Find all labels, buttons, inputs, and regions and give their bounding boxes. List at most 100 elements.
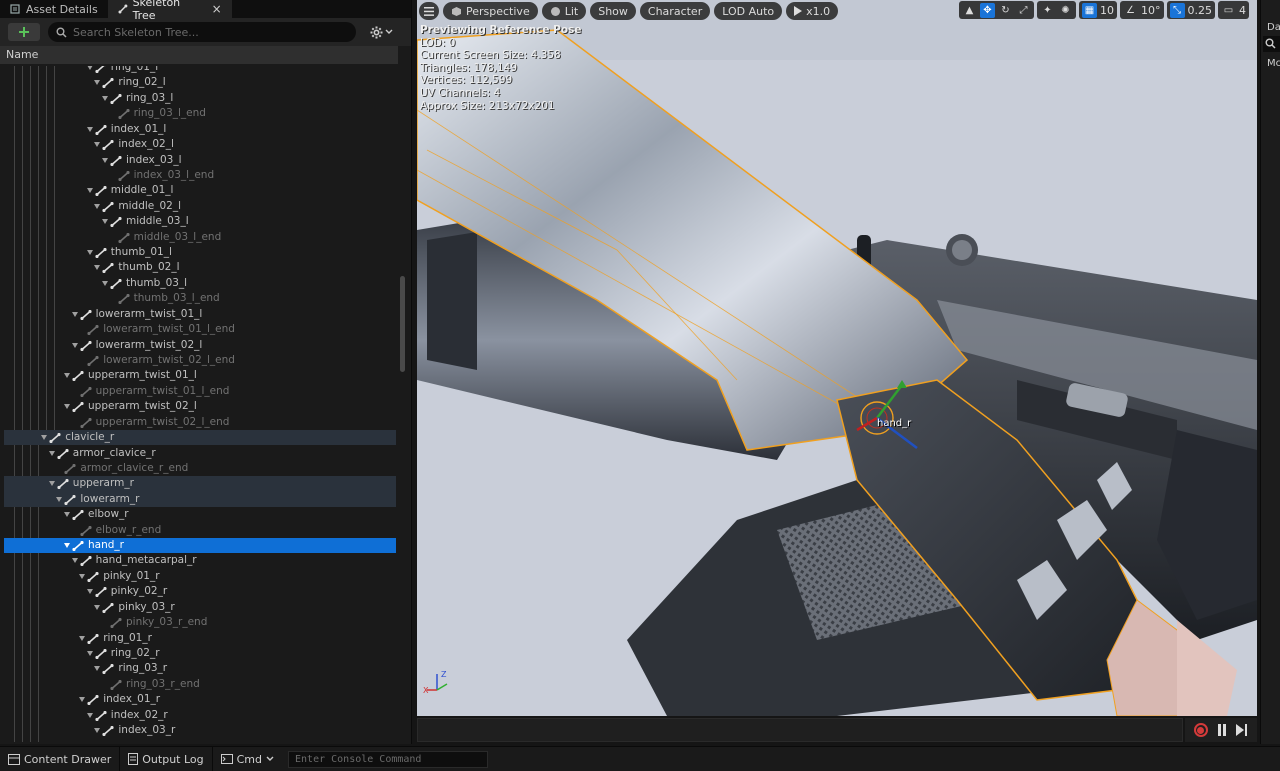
tree-row-bone[interactable]: index_03_l	[4, 153, 396, 168]
tree-row-bone[interactable]: thumb_01_l	[4, 245, 396, 260]
record-icon[interactable]	[1193, 723, 1208, 737]
expand-arrow-icon[interactable]	[41, 435, 48, 441]
tree-row-bone[interactable]: thumb_03_l	[4, 276, 396, 291]
tree-row-end-bone[interactable]: upperarm_twist_01_l_end	[4, 384, 396, 399]
content-drawer-button[interactable]: Content Drawer	[0, 747, 121, 771]
tree-row-bone[interactable]: ring_01_l	[4, 66, 396, 75]
character-button[interactable]: Character	[639, 2, 711, 20]
tree-row-bone[interactable]: lowerarm_twist_01_l	[4, 307, 396, 322]
right-panel-tab-label[interactable]: Da	[1267, 22, 1280, 33]
rotate-icon[interactable]: ↻	[998, 3, 1013, 18]
search-box[interactable]	[48, 22, 356, 42]
tree-row-bone[interactable]: upperarm_twist_02_l	[4, 399, 396, 414]
timeline-bar[interactable]	[417, 718, 1183, 742]
scale-icon[interactable]: ⤢	[1016, 3, 1031, 18]
expand-arrow-icon[interactable]	[94, 666, 101, 672]
tree-row-bone[interactable]: hand_metacarpal_r	[4, 553, 396, 568]
translate-icon[interactable]: ✥	[980, 2, 995, 18]
tree-row-end-bone[interactable]: index_03_l_end	[4, 168, 396, 183]
expand-arrow-icon[interactable]	[48, 481, 55, 487]
tree-row-bone[interactable]: pinky_03_r	[4, 600, 396, 615]
expand-arrow-icon[interactable]	[94, 80, 101, 86]
tree-row-bone[interactable]: index_03_r	[4, 723, 396, 738]
show-button[interactable]: Show	[590, 2, 636, 20]
expand-arrow-icon[interactable]	[86, 650, 93, 656]
tree-row-end-bone[interactable]: ring_03_l_end	[4, 106, 396, 121]
tree-row-bone[interactable]: ring_02_l	[4, 75, 396, 90]
playback-speed-button[interactable]: x1.0	[786, 2, 839, 20]
tree-row-bone[interactable]: middle_03_l	[4, 214, 396, 229]
scale-snap-group[interactable]: ⤡ 0.25	[1166, 1, 1215, 19]
expand-arrow-icon[interactable]	[94, 265, 101, 271]
tree-row-bone[interactable]: lowerarm_r	[4, 491, 396, 508]
preview-viewport[interactable]: Perspective Lit Show Character LOD Auto …	[417, 0, 1257, 716]
expand-arrow-icon[interactable]	[94, 203, 101, 209]
expand-arrow-icon[interactable]	[86, 712, 93, 718]
right-panel-search[interactable]	[1263, 36, 1280, 52]
tree-row-bone[interactable]: middle_01_l	[4, 183, 396, 198]
viewport-menu-button[interactable]	[419, 2, 439, 20]
tree-row-end-bone[interactable]: lowerarm_twist_01_l_end	[4, 322, 396, 337]
search-input[interactable]	[73, 25, 343, 39]
expand-arrow-icon[interactable]	[94, 604, 101, 610]
camera-icon[interactable]: ▭	[1221, 3, 1236, 18]
tree-row-bone[interactable]: hand_r	[4, 538, 396, 554]
console-input[interactable]: Enter Console Command	[288, 750, 489, 768]
add-bone-button[interactable]	[8, 23, 40, 41]
tree-row-bone[interactable]: clavicle_r	[4, 430, 396, 446]
tree-scrollbar[interactable]	[400, 276, 405, 372]
lit-button[interactable]: Lit	[541, 2, 587, 20]
angle-snap-group[interactable]: ∠ 10°	[1120, 1, 1164, 19]
tree-row-bone[interactable]: ring_03_r	[4, 661, 396, 676]
tree-row-bone[interactable]: armor_clavice_r	[4, 446, 396, 461]
tree-row-end-bone[interactable]: lowerarm_twist_02_l_end	[4, 353, 396, 368]
expand-arrow-icon[interactable]	[71, 311, 78, 317]
tree-row-bone[interactable]: ring_01_r	[4, 631, 396, 646]
tree-row-bone[interactable]: ring_03_l	[4, 91, 396, 106]
tree-row-bone[interactable]: middle_02_l	[4, 199, 396, 214]
expand-arrow-icon[interactable]	[86, 250, 93, 256]
expand-arrow-icon[interactable]	[94, 728, 101, 734]
expand-arrow-icon[interactable]	[71, 558, 78, 564]
expand-arrow-icon[interactable]	[64, 373, 70, 379]
column-header-name[interactable]: Name	[0, 46, 398, 64]
expand-arrow-icon[interactable]	[102, 280, 108, 286]
surface-snap-icon[interactable]: ✺	[1058, 3, 1073, 18]
tree-row-bone[interactable]: ring_02_r	[4, 646, 396, 661]
tree-row-bone[interactable]: index_02_l	[4, 137, 396, 152]
expand-arrow-icon[interactable]	[86, 589, 93, 595]
output-log-button[interactable]: Output Log	[120, 747, 213, 771]
expand-arrow-icon[interactable]	[79, 635, 86, 641]
angle-snap-icon[interactable]: ∠	[1123, 3, 1138, 18]
expand-arrow-icon[interactable]	[86, 188, 93, 194]
expand-arrow-icon[interactable]	[64, 543, 70, 549]
expand-arrow-icon[interactable]	[102, 219, 108, 225]
tree-row-end-bone[interactable]: upperarm_twist_02_l_end	[4, 415, 396, 430]
tree-settings-button[interactable]	[370, 26, 393, 39]
pause-icon[interactable]	[1217, 724, 1227, 736]
tree-row-end-bone[interactable]: middle_03_l_end	[4, 230, 396, 245]
perspective-button[interactable]: Perspective	[443, 2, 538, 20]
scale-snap-icon[interactable]: ⤡	[1169, 2, 1185, 18]
tree-row-bone[interactable]: elbow_r	[4, 507, 396, 522]
tree-row-end-bone[interactable]: armor_clavice_r_end	[4, 461, 396, 476]
expand-arrow-icon[interactable]	[79, 697, 86, 703]
grid-snap-icon[interactable]: ▦	[1082, 2, 1097, 18]
select-icon[interactable]: ▲	[962, 3, 977, 18]
tree-row-end-bone[interactable]: elbow_r_end	[4, 523, 396, 538]
close-icon[interactable]: ×	[212, 2, 222, 16]
tree-row-end-bone[interactable]: pinky_03_r_end	[4, 615, 396, 630]
expand-arrow-icon[interactable]	[48, 450, 55, 456]
expand-arrow-icon[interactable]	[71, 342, 78, 348]
tree-row-end-bone[interactable]: thumb_03_l_end	[4, 291, 396, 306]
tab-skeleton-tree[interactable]: Skeleton Tree ×	[107, 0, 232, 22]
world-space-icon[interactable]: ✦	[1040, 3, 1055, 18]
tree-row-bone[interactable]: thumb_02_l	[4, 260, 396, 275]
lod-button[interactable]: LOD Auto	[714, 2, 783, 20]
tree-row-bone[interactable]: index_01_l	[4, 122, 396, 137]
tree-row-bone[interactable]: upperarm_r	[4, 476, 396, 492]
expand-arrow-icon[interactable]	[79, 573, 86, 579]
tree-row-bone[interactable]: index_01_r	[4, 692, 396, 707]
expand-arrow-icon[interactable]	[86, 66, 93, 70]
camera-speed-group[interactable]: ▭ 4	[1218, 1, 1249, 19]
